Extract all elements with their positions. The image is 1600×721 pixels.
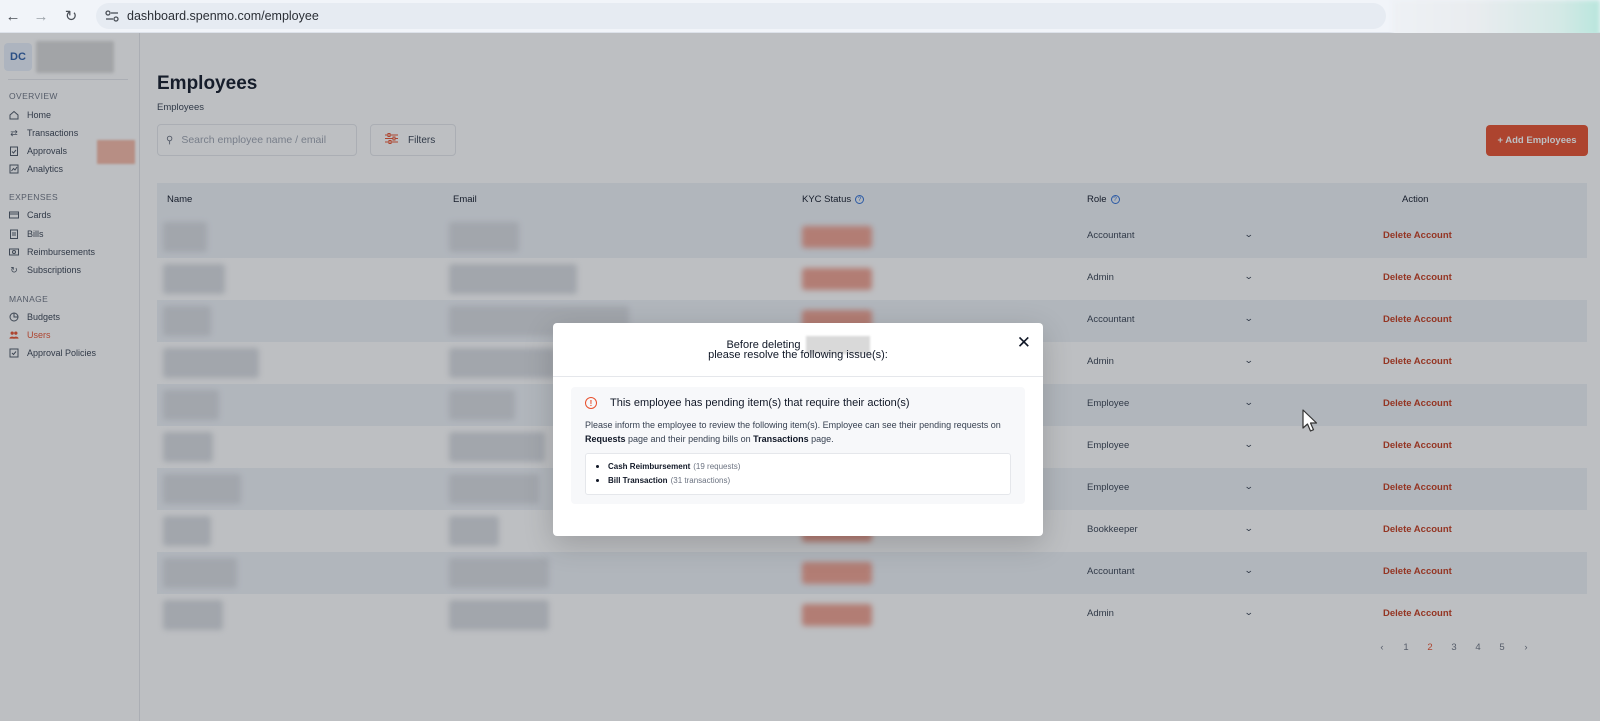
transactions-page-name: Transactions: [753, 434, 809, 444]
pending-items-list: Cash Reimbursement (19 requests) Bill Tr…: [585, 453, 1011, 495]
delete-blocked-modal: Before deleting please resolve the follo…: [553, 323, 1043, 536]
issue-description: Please inform the employee to review the…: [585, 418, 1015, 446]
modal-title-line2: please resolve the following issue(s):: [708, 349, 888, 361]
site-info-icon[interactable]: [100, 6, 124, 26]
desc-text: Please inform the employee to review the…: [585, 420, 1001, 430]
pending-item-label: Cash Reimbursement: [608, 462, 691, 471]
warning-icon: !: [585, 397, 597, 409]
url-text: dashboard.spenmo.com/employee: [127, 9, 319, 23]
mouse-cursor-icon: [1302, 409, 1318, 436]
close-icon[interactable]: ✕: [1017, 333, 1031, 353]
list-item: Bill Transaction (31 transactions): [596, 476, 730, 485]
issue-title-text: This employee has pending item(s) that r…: [610, 397, 910, 409]
reload-icon[interactable]: ↻: [60, 5, 82, 27]
back-icon[interactable]: ←: [2, 5, 24, 27]
desc-text: page and their pending bills on: [625, 434, 754, 444]
list-item: Cash Reimbursement (19 requests): [596, 462, 740, 471]
forward-icon[interactable]: →: [30, 5, 52, 27]
pending-item-count: (19 requests): [693, 462, 741, 471]
requests-page-name: Requests: [585, 434, 626, 444]
browser-profile-area: [1392, 0, 1600, 36]
pending-item-count: (31 transactions): [670, 476, 731, 485]
issue-panel: ! This employee has pending item(s) that…: [571, 387, 1025, 504]
browser-toolbar: ← → ↻ dashboard.spenmo.com/employee: [0, 0, 1600, 36]
issue-title: ! This employee has pending item(s) that…: [585, 397, 910, 409]
address-bar[interactable]: dashboard.spenmo.com/employee: [96, 3, 1386, 29]
desc-text: page.: [808, 434, 834, 444]
bullet: [596, 479, 599, 482]
pending-item-label: Bill Transaction: [608, 476, 668, 485]
bullet: [596, 465, 599, 468]
modal-header: Before deleting please resolve the follo…: [553, 323, 1043, 377]
